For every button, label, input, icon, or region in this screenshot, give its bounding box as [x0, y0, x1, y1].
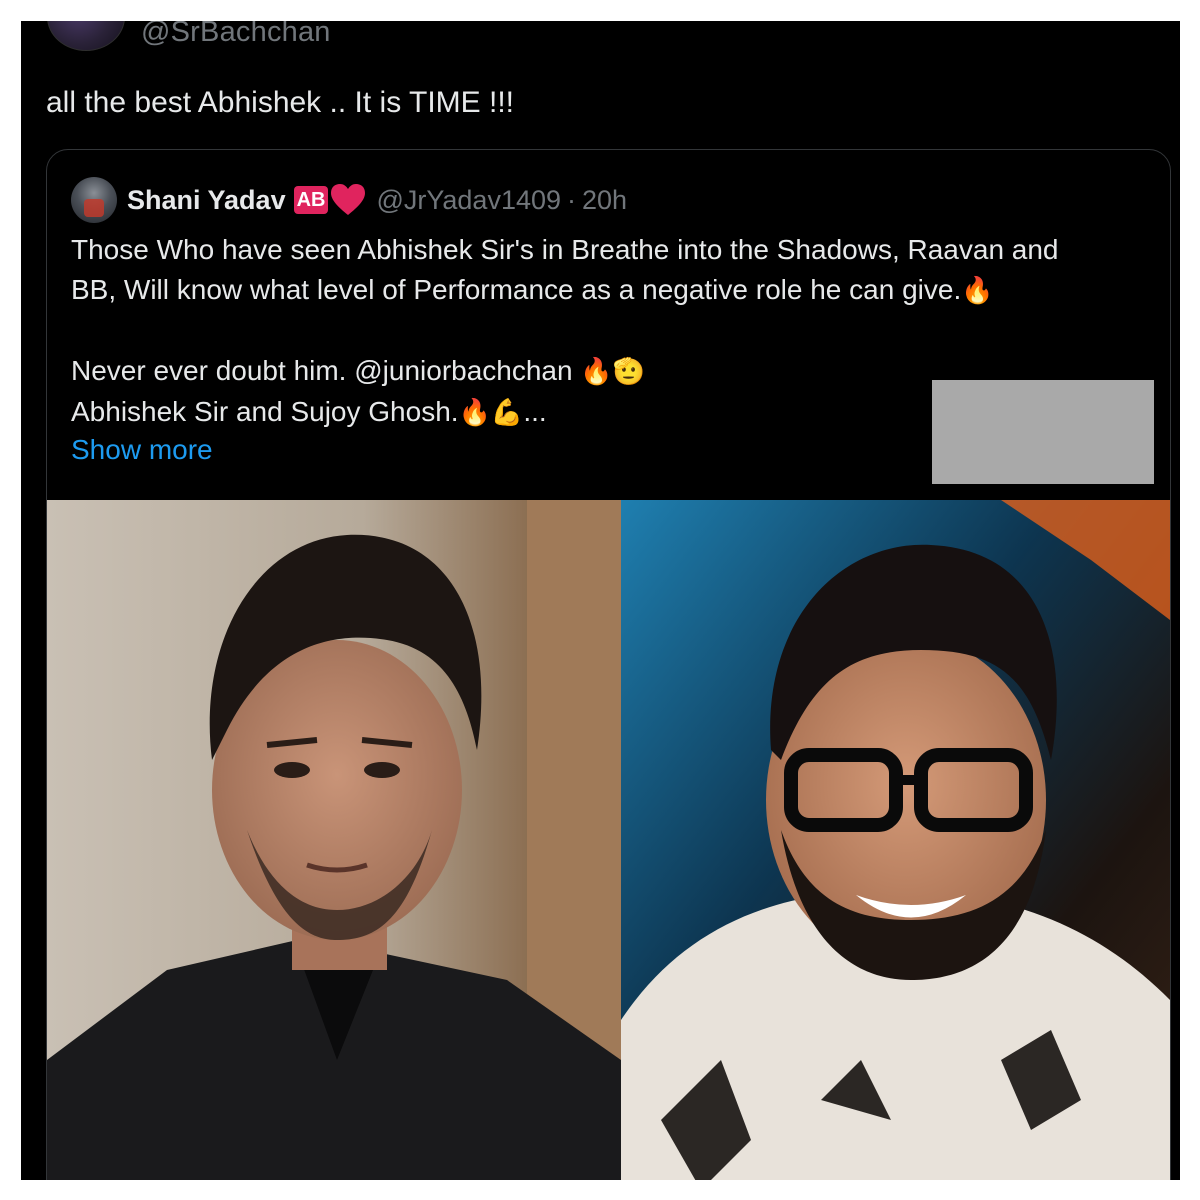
tweet-frame: @SrBachchan all the best Abhishek .. It … [21, 21, 1180, 1180]
quoted-author-handle[interactable]: @JrYadav1409 [376, 185, 561, 216]
quoted-tweet-header: Shani Yadav AB @JrYadav1409 · 20h [71, 177, 627, 223]
tweet-text: all the best Abhishek .. It is TIME !!! [46, 86, 514, 119]
quoted-tweet-time[interactable]: 20h [582, 185, 627, 216]
quoted-author-avatar[interactable] [71, 177, 117, 223]
separator-dot: · [567, 184, 577, 215]
quoted-author-name[interactable]: Shani Yadav [127, 185, 286, 216]
man-in-black-suit-photo[interactable] [47, 500, 621, 1180]
ab-badge: AB [293, 186, 329, 214]
fire-muscle-emoji-icon: 🔥💪 [458, 398, 524, 428]
fire-salute-emoji-icon: 🔥🫡 [580, 357, 646, 387]
redaction-box [932, 380, 1154, 484]
quoted-line-2: BB, Will know what level of Performance … [71, 274, 994, 306]
show-more-link[interactable]: Show more [71, 430, 213, 470]
quoted-line-1: Those Who have seen Abhishek Sir's in Br… [71, 234, 1059, 265]
heart-icon [331, 184, 366, 215]
smiling-man-with-glasses-photo[interactable] [621, 500, 1170, 1180]
quoted-tweet-card[interactable]: Shani Yadav AB @JrYadav1409 · 20h Those … [46, 149, 1171, 1180]
quoted-tweet-media[interactable] [47, 500, 1170, 1180]
fire-emoji-icon: 🔥 [961, 276, 994, 306]
author-avatar[interactable] [47, 21, 125, 51]
author-handle[interactable]: @SrBachchan [141, 21, 331, 47]
